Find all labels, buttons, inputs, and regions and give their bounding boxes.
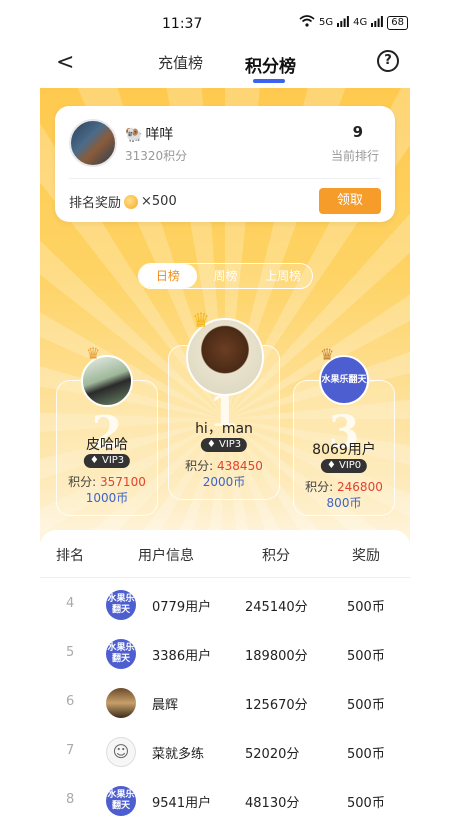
my-avatar — [69, 119, 117, 167]
podium-points: 积分: 357100 — [68, 475, 146, 489]
ranking-table: 排名 用户信息 积分 奖励 4 水果乐翻天 0779用户 245140分 500… — [40, 530, 410, 816]
podium-coins: 2000币 — [202, 475, 246, 489]
row-name: 菜就多练 — [152, 747, 205, 762]
row-name: 3386用户 — [152, 649, 212, 664]
period-switch: 日榜 周榜 上周榜 — [138, 263, 313, 289]
battery-icon: 68 — [387, 15, 408, 30]
podium-name: 8069用户 — [312, 442, 376, 458]
row-avatar: 水果乐翻天 — [106, 639, 136, 669]
table-header: 排名 用户信息 积分 奖励 — [40, 530, 410, 578]
tab-recharge-rank[interactable]: 充值榜 — [158, 52, 203, 73]
row-points: 125670分 — [245, 698, 308, 713]
tab-points-rank[interactable]: 积分榜 — [245, 52, 296, 77]
podium-coins: 1000币 — [85, 491, 129, 505]
row-name: 9541用户 — [152, 796, 212, 811]
header-reward: 奖励 — [352, 548, 380, 564]
crown-icon: ♛ — [86, 344, 101, 363]
network-4g-label: 4G — [353, 17, 368, 28]
podium-points: 积分: 246800 — [305, 480, 383, 494]
period-daily[interactable]: 日榜 — [139, 264, 197, 288]
podium-name: 皮哈哈 — [86, 437, 128, 453]
period-weekly[interactable]: 周榜 — [197, 264, 255, 288]
my-rank-card: 🐏 咩咩 31320积分 9 当前排行 排名奖励 ×500 领取 — [55, 106, 395, 222]
status-bar: 11:37 5G 4G 68 — [0, 0, 450, 46]
row-rank: 5 — [66, 645, 75, 660]
my-points: 31320积分 — [125, 149, 188, 163]
row-rank: 7 — [66, 743, 75, 758]
back-icon[interactable]: < — [56, 50, 74, 75]
table-row[interactable]: 6 晨辉 125670分 500币 — [40, 678, 410, 727]
rank-reward: 排名奖励 ×500 — [69, 192, 177, 211]
row-points: 48130分 — [245, 796, 300, 811]
vip-badge: ♦ VIP3 — [83, 454, 131, 468]
period-last-week[interactable]: 上周榜 — [254, 264, 312, 288]
row-reward: 500币 — [347, 600, 385, 615]
table-row[interactable]: 4 水果乐翻天 0779用户 245140分 500币 — [40, 580, 410, 629]
signal-icon — [337, 15, 350, 30]
signal-icon — [371, 15, 384, 30]
row-avatar: ☺ — [106, 737, 136, 767]
row-avatar: 水果乐翻天 — [106, 786, 136, 816]
row-points: 189800分 — [245, 649, 308, 664]
nav-bar: < 充值榜 积分榜 ? — [0, 46, 450, 88]
row-reward: 500币 — [347, 796, 385, 811]
podium-name: hi，man — [195, 421, 253, 437]
table-row[interactable]: 5 水果乐翻天 3386用户 189800分 500币 — [40, 629, 410, 678]
row-reward: 500币 — [347, 747, 385, 762]
row-avatar — [106, 688, 136, 718]
row-reward: 500币 — [347, 649, 385, 664]
row-avatar: 水果乐翻天 — [106, 590, 136, 620]
sheep-icon: 🐏 — [125, 127, 143, 143]
coin-icon — [124, 194, 139, 209]
header-user: 用户信息 — [138, 548, 194, 564]
status-icons: 5G 4G 68 — [299, 15, 408, 30]
podium-points: 积分: 438450 — [185, 459, 263, 473]
row-name: 0779用户 — [152, 600, 212, 615]
row-rank: 4 — [66, 596, 75, 611]
header-rank: 排名 — [56, 548, 84, 564]
status-time: 11:37 — [162, 16, 203, 32]
network-5g-label: 5G — [319, 17, 334, 28]
vip-badge: ♦ VIP3 — [200, 438, 248, 452]
reward-label: 排名奖励 — [69, 196, 122, 211]
my-rank-label: 当前排行 — [330, 149, 379, 163]
table-row[interactable]: 8 水果乐翻天 9541用户 48130分 500币 — [40, 776, 410, 825]
wifi-icon — [299, 15, 315, 30]
header-points: 积分 — [262, 548, 290, 564]
my-name: 🐏 咩咩 — [125, 124, 173, 144]
row-name: 晨辉 — [152, 698, 179, 713]
reward-value: ×500 — [141, 194, 177, 209]
row-points: 52020分 — [245, 747, 300, 762]
my-rank-number: 9 — [352, 123, 363, 141]
divider — [69, 178, 381, 179]
table-row[interactable]: 7 ☺ 菜就多练 52020分 500币 — [40, 727, 410, 776]
vip-badge: ♦ VIP0 — [320, 459, 368, 473]
active-tab-indicator — [253, 79, 285, 83]
crown-icon: ♛ — [320, 345, 335, 364]
claim-button[interactable]: 领取 — [319, 188, 381, 214]
row-rank: 6 — [66, 694, 75, 709]
crown-icon: ♛ — [192, 308, 210, 332]
row-reward: 500币 — [347, 698, 385, 713]
my-name-text: 咩咩 — [145, 127, 174, 143]
help-icon[interactable]: ? — [377, 50, 399, 72]
row-points: 245140分 — [245, 600, 308, 615]
podium-coins: 800币 — [326, 496, 362, 510]
